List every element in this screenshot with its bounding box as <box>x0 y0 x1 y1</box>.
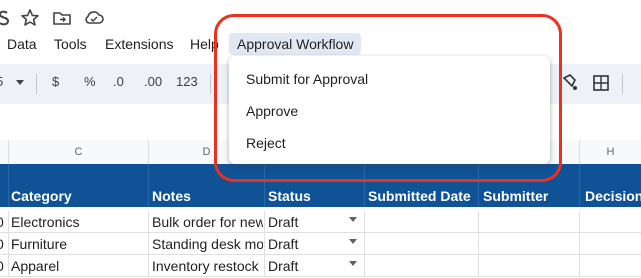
header-submitted-date[interactable]: Submitted Date <box>368 188 471 204</box>
column-divider <box>264 164 265 207</box>
cell-status[interactable]: Draft <box>268 214 348 230</box>
column-divider <box>148 233 149 254</box>
table-row: 0 Apparel Inventory restock Draft <box>0 255 641 277</box>
chevron-down-icon[interactable] <box>16 80 24 85</box>
column-divider <box>478 255 479 276</box>
header-category[interactable]: Category <box>11 188 72 204</box>
dollar-s-icon[interactable] <box>0 6 16 30</box>
toolbar-divider <box>210 74 211 94</box>
cell-notes[interactable]: Bulk order for new <box>152 214 263 230</box>
menu-data[interactable]: Data <box>7 36 37 52</box>
header-submitter[interactable]: Submitter <box>483 188 548 204</box>
header-status[interactable]: Status <box>268 188 311 204</box>
more-formats-button[interactable]: 123 <box>176 74 198 89</box>
header-decision[interactable]: Decision <box>585 188 641 204</box>
table-row: 0 Furniture Standing desk mod Draft <box>0 233 641 255</box>
menu-tools[interactable]: Tools <box>54 36 87 52</box>
paint-format-icon[interactable] <box>560 73 580 98</box>
toolbar-divider <box>622 74 623 94</box>
title-icon-row <box>0 6 641 36</box>
column-divider <box>264 255 265 276</box>
column-divider <box>148 164 149 207</box>
menu-extensions[interactable]: Extensions <box>105 36 173 52</box>
column-divider <box>478 164 479 207</box>
column-divider <box>579 233 580 254</box>
cloud-status-icon[interactable] <box>82 6 106 30</box>
column-divider <box>264 211 265 232</box>
cell-left-partial[interactable]: 0 <box>0 236 6 252</box>
column-divider <box>364 211 365 232</box>
status-dropdown-arrow-icon[interactable] <box>349 261 357 266</box>
menu-approval-workflow[interactable]: Approval Workflow <box>229 33 362 55</box>
cell-left-partial[interactable]: 0 <box>0 258 6 274</box>
column-divider <box>264 233 265 254</box>
column-header-h[interactable]: H <box>580 140 641 164</box>
column-divider <box>8 164 9 207</box>
column-divider <box>364 164 365 207</box>
decrease-decimal-button[interactable]: .0 <box>113 74 124 89</box>
column-divider <box>8 255 9 276</box>
menu-item-reject[interactable]: Reject <box>246 135 286 151</box>
status-dropdown-arrow-icon[interactable] <box>349 239 357 244</box>
format-currency-button[interactable]: $ <box>52 74 59 89</box>
cell-left-partial[interactable]: 0 <box>0 214 6 230</box>
cell-notes[interactable]: Inventory restock <box>152 258 263 274</box>
column-header-c[interactable]: C <box>9 140 149 164</box>
menu-bar: Data Tools Extensions Help Approval Work… <box>0 33 641 56</box>
column-divider <box>148 255 149 276</box>
increase-decimal-button[interactable]: .00 <box>144 74 162 89</box>
cell-category[interactable]: Apparel <box>11 258 147 274</box>
table-row: 0 Electronics Bulk order for new Draft <box>0 211 641 233</box>
column-divider <box>148 211 149 232</box>
cell-notes[interactable]: Standing desk mod <box>152 236 263 252</box>
column-divider <box>364 233 365 254</box>
borders-icon[interactable] <box>592 74 610 97</box>
column-divider <box>478 233 479 254</box>
column-header-b[interactable] <box>0 140 9 164</box>
toolbar-divider <box>36 74 37 94</box>
zoom-partial: 5 <box>0 74 3 89</box>
column-divider <box>8 211 9 232</box>
menu-help[interactable]: Help <box>190 36 219 52</box>
cell-category[interactable]: Furniture <box>11 236 147 252</box>
menu-item-approve[interactable]: Approve <box>246 103 298 119</box>
approval-workflow-menu: Submit for Approval Approve Reject <box>229 56 550 164</box>
column-divider <box>579 164 580 207</box>
cell-status[interactable]: Draft <box>268 236 348 252</box>
star-icon[interactable] <box>18 6 42 30</box>
column-divider <box>8 233 9 254</box>
column-divider <box>478 211 479 232</box>
header-notes[interactable]: Notes <box>152 188 191 204</box>
column-divider <box>579 211 580 232</box>
column-divider <box>579 255 580 276</box>
format-percent-button[interactable]: % <box>84 74 96 89</box>
column-divider <box>364 255 365 276</box>
table-header-row: Category Notes Status Submitted Date Sub… <box>0 164 641 207</box>
menu-item-submit-for-approval[interactable]: Submit for Approval <box>246 71 368 87</box>
cell-category[interactable]: Electronics <box>11 214 147 230</box>
move-to-folder-icon[interactable] <box>50 6 74 30</box>
status-dropdown-arrow-icon[interactable] <box>349 217 357 222</box>
cell-status[interactable]: Draft <box>268 258 348 274</box>
